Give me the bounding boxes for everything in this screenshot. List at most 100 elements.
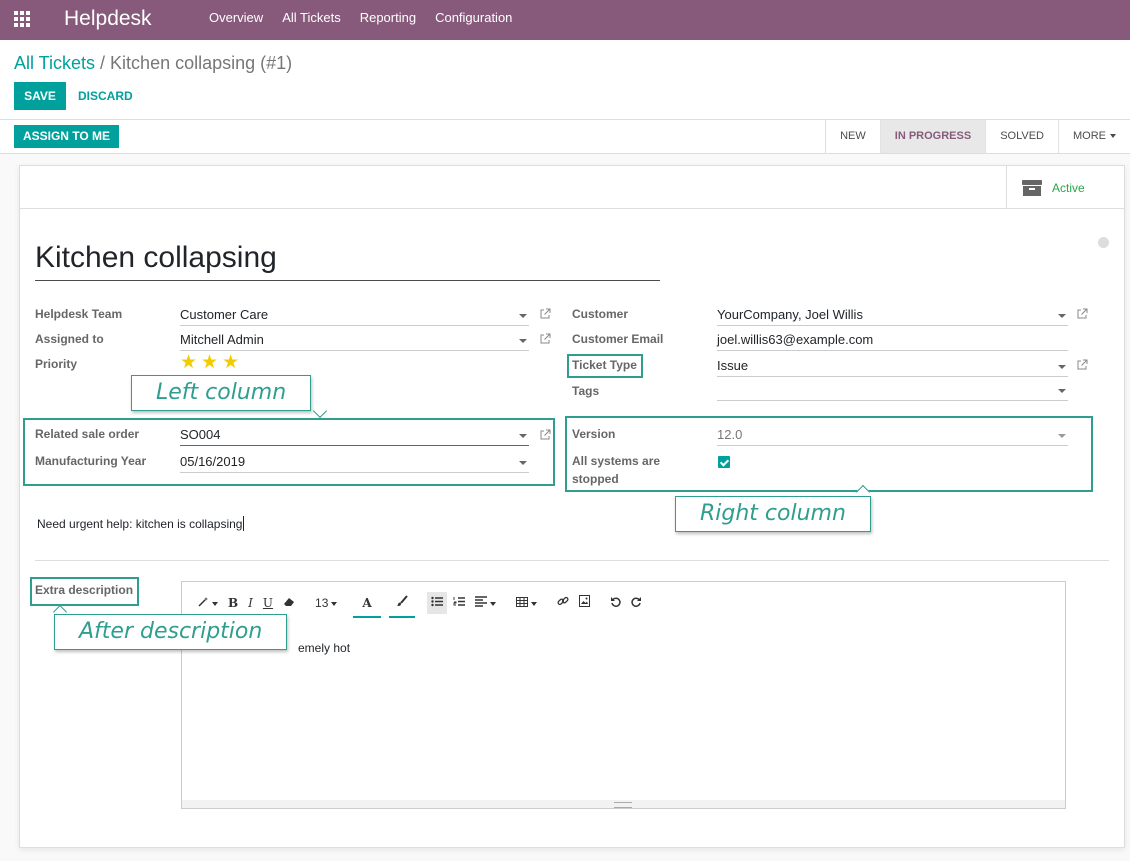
manufacturing-year-field[interactable]: 05/16/2019 bbox=[180, 453, 529, 473]
customer-value: YourCompany, Joel Willis bbox=[717, 307, 863, 322]
manufacturing-year-label: Manufacturing Year bbox=[35, 454, 147, 468]
breadcrumb: All Tickets / Kitchen collapsing (#1) bbox=[14, 52, 292, 74]
save-button[interactable]: SAVE bbox=[14, 82, 66, 110]
related-sale-order-value: SO004 bbox=[180, 427, 221, 442]
customer-field[interactable]: YourCompany, Joel Willis bbox=[717, 306, 1068, 326]
dropdown-caret-icon bbox=[1058, 434, 1066, 438]
stage-solved[interactable]: SOLVED bbox=[985, 120, 1058, 153]
align-left-icon bbox=[474, 596, 487, 607]
table-dropdown[interactable] bbox=[512, 592, 541, 614]
customer-email-field[interactable]: joel.willis63@example.com bbox=[717, 331, 1068, 351]
related-sale-order-label: Related sale order bbox=[35, 427, 140, 441]
tags-label: Tags bbox=[572, 384, 600, 398]
image-icon bbox=[578, 595, 590, 607]
right-column-callout: Right column bbox=[675, 496, 871, 532]
numbered-list-button[interactable] bbox=[449, 592, 469, 614]
undo-button[interactable] bbox=[606, 592, 625, 614]
dropdown-caret-icon bbox=[1058, 314, 1066, 318]
bullet-list-button[interactable] bbox=[426, 592, 447, 614]
status-bar: ASSIGN TO ME NEW IN PROGRESS SOLVED MORE bbox=[0, 120, 1130, 154]
highlight-color-button[interactable] bbox=[388, 592, 415, 618]
stage-new[interactable]: NEW bbox=[826, 120, 880, 153]
eraser-icon bbox=[284, 598, 295, 606]
priority-label: Priority bbox=[35, 357, 78, 371]
version-label: Version bbox=[572, 427, 616, 441]
app-brand[interactable]: Helpdesk bbox=[64, 7, 152, 31]
insert-image-button[interactable] bbox=[575, 592, 594, 614]
external-link-icon[interactable] bbox=[539, 333, 551, 345]
active-toggle-button[interactable]: Active bbox=[1006, 166, 1124, 208]
undo-icon bbox=[610, 597, 621, 607]
star-icon[interactable]: ★ bbox=[222, 353, 239, 372]
menu-all-tickets[interactable]: All Tickets bbox=[282, 0, 341, 40]
version-field[interactable]: 12.0 bbox=[717, 426, 1068, 446]
dropdown-caret-icon bbox=[519, 314, 527, 318]
all-systems-stopped-label-2: stopped bbox=[572, 472, 619, 486]
related-sale-order-field[interactable]: SO004 bbox=[180, 426, 529, 446]
left-column-callout: Left column bbox=[131, 375, 312, 411]
dropdown-caret-icon bbox=[519, 461, 527, 465]
dropdown-caret-icon bbox=[519, 434, 527, 438]
stage-in-progress[interactable]: IN PROGRESS bbox=[879, 120, 986, 153]
external-link-icon[interactable] bbox=[1076, 308, 1088, 320]
style-wand-dropdown[interactable] bbox=[194, 592, 222, 614]
underline-button[interactable]: U bbox=[259, 592, 277, 614]
ticket-type-label: Ticket Type bbox=[572, 358, 637, 372]
main-menu: Overview All Tickets Reporting Configura… bbox=[209, 0, 531, 40]
customer-email-value: joel.willis63@example.com bbox=[717, 332, 874, 347]
star-icon[interactable]: ★ bbox=[180, 353, 197, 372]
ticket-type-value: Issue bbox=[717, 358, 749, 373]
priority-stars: ★ ★ ★ bbox=[180, 353, 239, 372]
eraser-button[interactable] bbox=[279, 592, 299, 614]
dropdown-caret-icon bbox=[1058, 389, 1066, 393]
discard-button[interactable]: DISCARD bbox=[78, 82, 133, 110]
editor-resize-handle[interactable] bbox=[182, 800, 1065, 808]
font-size-dropdown[interactable]: 13 bbox=[311, 592, 341, 614]
dropdown-caret-icon bbox=[1058, 365, 1066, 369]
assign-to-me-button[interactable]: ASSIGN TO ME bbox=[14, 125, 119, 148]
assigned-to-field[interactable]: Mitchell Admin bbox=[180, 331, 529, 351]
paint-brush-icon bbox=[396, 595, 408, 606]
top-navbar: Helpdesk Overview All Tickets Reporting … bbox=[0, 0, 1130, 40]
archive-icon bbox=[1022, 180, 1042, 196]
section-divider bbox=[35, 560, 1109, 561]
title-field[interactable]: Kitchen collapsing bbox=[35, 238, 660, 281]
helpdesk-team-value: Customer Care bbox=[180, 307, 269, 322]
list-ol-icon bbox=[453, 597, 465, 606]
helpdesk-team-field[interactable]: Customer Care bbox=[180, 306, 529, 326]
manufacturing-year-value: 05/16/2019 bbox=[180, 454, 246, 469]
bold-button[interactable]: B bbox=[224, 592, 242, 614]
breadcrumb-current: Kitchen collapsing (#1) bbox=[110, 53, 293, 73]
external-link-icon[interactable] bbox=[539, 429, 551, 441]
stage-more[interactable]: MORE bbox=[1058, 120, 1130, 153]
helpdesk-team-label: Helpdesk Team bbox=[35, 307, 123, 321]
extra-description-text[interactable]: emely hot bbox=[298, 641, 350, 655]
star-icon[interactable]: ★ bbox=[201, 353, 218, 372]
all-systems-stopped-checkbox[interactable] bbox=[718, 456, 730, 468]
all-systems-stopped-label-1: All systems are bbox=[572, 454, 661, 468]
align-dropdown[interactable] bbox=[471, 592, 500, 614]
redo-button[interactable] bbox=[627, 592, 646, 614]
menu-overview[interactable]: Overview bbox=[209, 0, 263, 40]
list-ul-icon bbox=[431, 596, 443, 607]
app-grid-icon[interactable] bbox=[14, 11, 30, 27]
font-color-button[interactable]: A bbox=[353, 592, 382, 618]
active-label: Active bbox=[1052, 181, 1085, 195]
menu-reporting[interactable]: Reporting bbox=[360, 0, 416, 40]
external-link-icon[interactable] bbox=[539, 308, 551, 320]
after-description-callout: After description bbox=[54, 614, 288, 650]
breadcrumb-all-tickets[interactable]: All Tickets bbox=[14, 53, 95, 73]
menu-configuration[interactable]: Configuration bbox=[435, 0, 512, 40]
stage-pipeline: NEW IN PROGRESS SOLVED MORE bbox=[825, 120, 1130, 153]
insert-link-button[interactable] bbox=[553, 592, 573, 614]
ticket-type-field[interactable]: Issue bbox=[717, 357, 1068, 377]
external-link-icon[interactable] bbox=[1076, 359, 1088, 371]
kanban-state-icon[interactable] bbox=[1098, 237, 1109, 248]
tags-field[interactable] bbox=[717, 381, 1068, 401]
text-cursor bbox=[243, 516, 245, 531]
italic-button[interactable]: I bbox=[244, 592, 257, 614]
description-field[interactable]: Need urgent help: kitchen is collapsing bbox=[37, 516, 245, 531]
ticket-title[interactable]: Kitchen collapsing bbox=[35, 238, 660, 278]
description-text: Need urgent help: kitchen is collapsing bbox=[37, 517, 243, 531]
html-editor[interactable]: B I U 13 A emely hot bbox=[181, 581, 1066, 809]
